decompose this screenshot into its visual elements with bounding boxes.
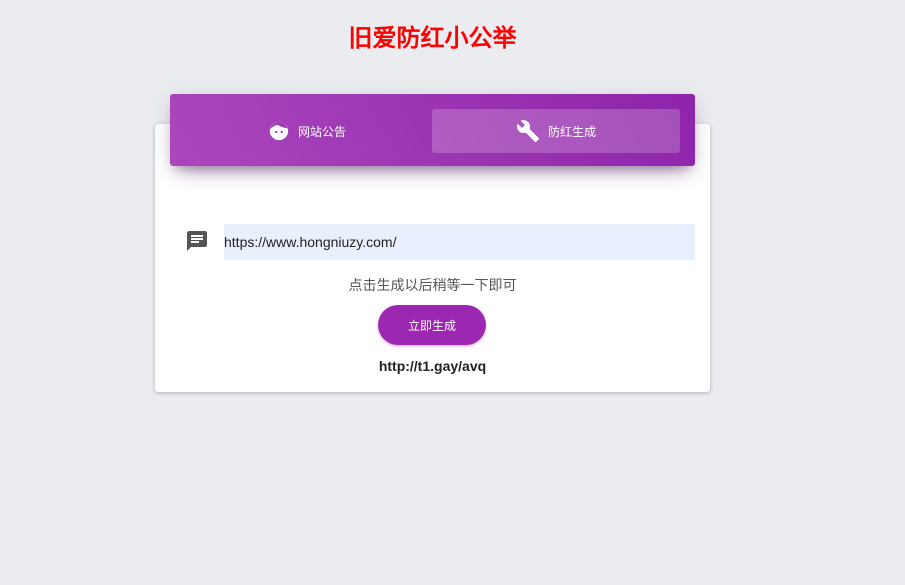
tab-anti-red-generate[interactable]: 防红生成: [432, 109, 680, 153]
chat-icon: [185, 229, 209, 253]
url-row: [185, 224, 695, 260]
generate-button[interactable]: 立即生成: [378, 305, 486, 345]
url-input[interactable]: [224, 224, 695, 260]
wrench-icon: [516, 119, 540, 143]
site-title: 旧爱防红小公举: [348, 24, 517, 52]
tab-label: 防红生成: [547, 124, 596, 139]
tab-site-notice[interactable]: 网站公告: [184, 109, 430, 153]
face-icon: [268, 120, 290, 142]
result-short-link[interactable]: http://t1.gay/avq: [155, 358, 710, 374]
tab-label: 网站公告: [297, 124, 346, 139]
tab-bar: 网站公告 防红生成: [170, 94, 695, 166]
hint-text: 点击生成以后稍等一下即可: [348, 278, 517, 294]
page: 旧爱防红小公举 网站公告 防红生成 https://www.hongniuzy.…: [0, 0, 905, 585]
